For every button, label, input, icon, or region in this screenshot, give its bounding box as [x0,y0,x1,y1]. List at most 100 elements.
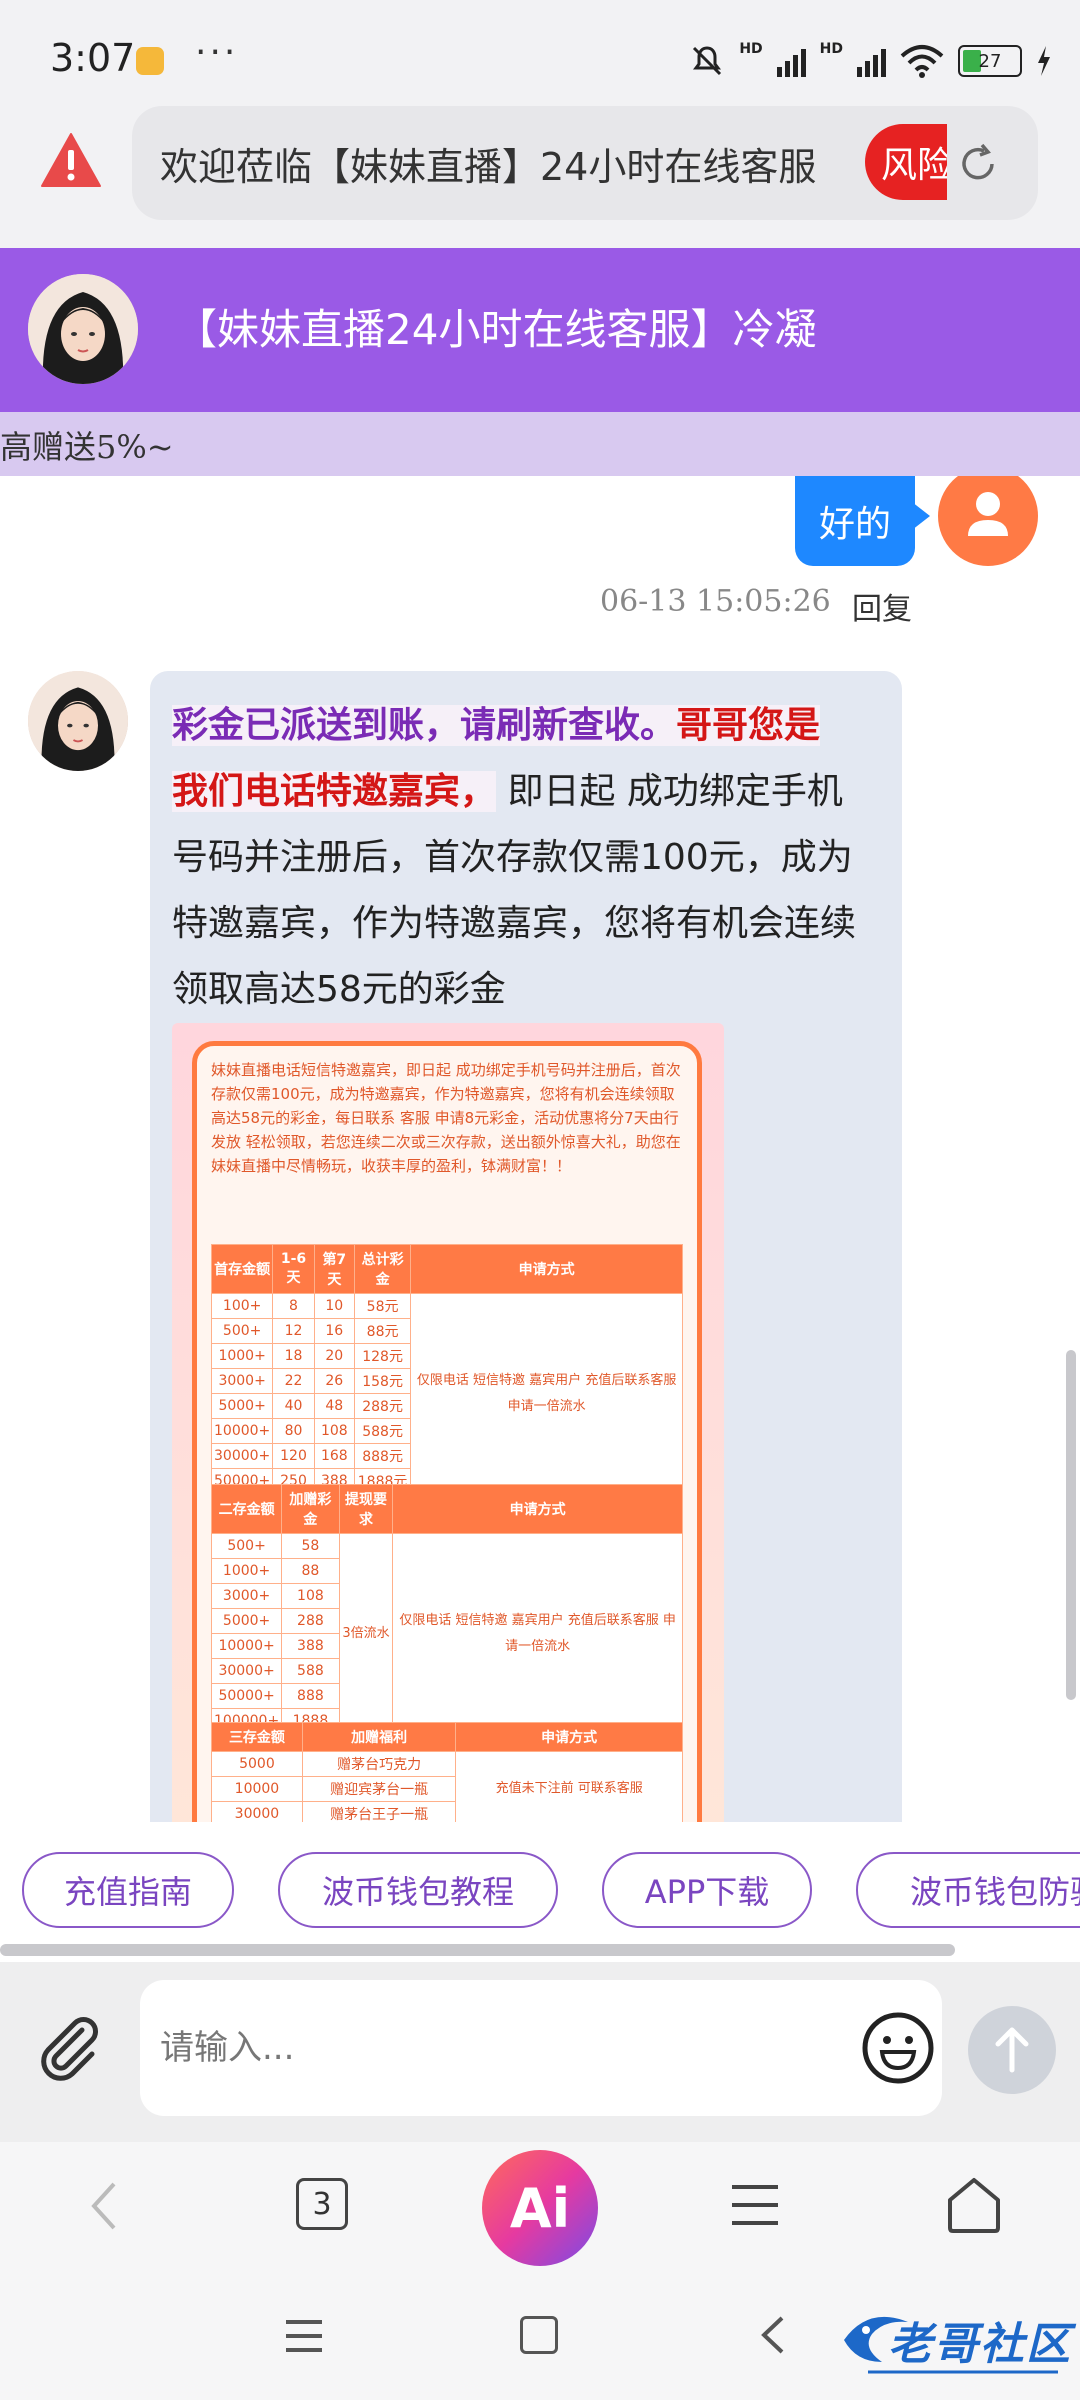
home-icon[interactable] [946,2176,1002,2234]
highlight-vip-text-1: 哥哥您是 [676,705,821,746]
menu-icon[interactable] [730,2182,780,2228]
table-cell: 888 [281,1683,340,1709]
mute-icon [693,46,722,76]
table-cell: 168 [313,1443,355,1469]
watermark-text: 老哥社区 [888,2319,1072,2370]
table-cell: 40 [272,1393,315,1419]
table-header-cell: 申请方式 [455,1722,683,1752]
quick-reply-wallet-tutorial[interactable]: 波币钱包教程 [278,1852,558,1928]
poster-frame: 妹妹直播电话短信特邀嘉宾，即日起 成功绑定手机号码并注册后，首次存款仅需100元… [192,1041,702,1822]
message-input[interactable] [140,1980,942,2116]
signal-icon [776,45,806,77]
apply-method-cell: 充值未下注前 可联系客服 [455,1751,683,1822]
table-header-cell: 二存金额 [210,1484,283,1534]
table-cell: 588元 [353,1418,412,1444]
announcement-text: 高赠送5%~ [0,428,174,466]
quick-reply-bar[interactable]: 充值指南 波币钱包教程 APP下载 波币钱包防骗 [0,1822,1080,1962]
page-title: 欢迎莅临【妹妹直播】24小时在线客服 [160,145,817,189]
table-header-cell: 总计彩金 [353,1244,412,1294]
quick-reply-scrollbar[interactable] [0,1944,955,1956]
table-cell: 5000+ [210,1393,274,1419]
table-cell: 500+ [210,1318,274,1344]
table-cell: 3000+ [210,1368,274,1394]
message-timestamp: 06-13 15:05:26 [600,584,831,619]
table-cell: 18 [272,1343,315,1369]
table-header-cell: 提现要求 [338,1484,394,1534]
send-button[interactable] [968,2006,1056,2094]
table-header-cell: 加赠彩金 [281,1484,340,1534]
quick-reply-app-download[interactable]: APP下载 [602,1852,812,1928]
withdraw-requirement-cell: 3倍流水 [338,1533,394,1734]
highlight-vip-text-2: 我们电话特邀嘉宾， [172,771,497,812]
table-header-cell: 申请方式 [392,1484,683,1534]
table-cell: 赠茅台王子一瓶 [301,1801,457,1822]
quick-reply-anti-fraud[interactable]: 波币钱包防骗 [856,1852,1080,1928]
tabs-button[interactable]: 3 [296,2178,348,2230]
apply-method-cell: 仅限电话 短信特邀 嘉宾用户 充值后联系客服 申请一倍流水 [392,1533,683,1734]
reply-link[interactable]: 回复 [852,584,912,628]
url-field[interactable]: 欢迎莅临【妹妹直播】24小时在线客服 风险 [132,106,1038,220]
table-row: 100+ 8 10 58元 仅限电话 短信特邀 嘉宾用户 充值后联系客服 申请一倍流水 [210,1293,683,1494]
table-cell: 88元 [353,1318,412,1344]
table-cell: 120 [272,1443,315,1469]
table-header-cell: 三存金额 [211,1722,303,1752]
table-cell: 108 [313,1418,355,1444]
table-cell: 5000 [211,1751,303,1777]
attachment-icon[interactable] [30,2008,110,2088]
table-cell: 58 [281,1533,340,1559]
status-time: 3:07 [50,36,136,80]
table-cell: 108 [281,1583,340,1609]
highlight-payout-text: 彩金已派送到账，请刷新查收。 [172,705,677,746]
table-cell: 10000 [211,1776,303,1802]
browser-back-icon[interactable] [80,2176,130,2236]
signal-icon-2 [857,45,886,77]
more-notifications-icon: ··· [195,32,239,73]
table-cell: 10000+ [210,1633,283,1659]
user-avatar [938,476,1038,566]
agent-message-bubble[interactable]: 彩金已派送到账，请刷新查收。哥哥您是 我们电话特邀嘉宾， 即日起 成功绑定手机号码… [150,671,902,1822]
table-cell: 8 [272,1293,315,1319]
message-list[interactable]: 好的 06-13 15:05:26 回复 彩金已派送到账，请刷新查收。哥哥您是我… [0,476,1080,1822]
emoji-icon[interactable] [860,2010,936,2086]
recent-apps-icon[interactable] [284,2318,324,2354]
battery-icon: 27 [958,45,1022,77]
poster-intro-text: 妹妹直播电话短信特邀嘉宾，即日起 成功绑定手机号码并注册后，首次存款仅需100元… [211,1061,681,1175]
table-cell: 26 [313,1368,355,1394]
my-message-bubble[interactable]: 好的 [795,476,915,566]
hd-label-2: HD [819,41,843,57]
agent-avatar [28,274,138,384]
table-cell: 赠茅台巧克力 [301,1751,457,1777]
first-deposit-table: 首存金额 1-6天 第7天 总计彩金 申请方式 100+ 8 10 58元 仅限电话 短信特邀 … [210,1244,683,1494]
page-scrollbar[interactable] [1066,1350,1076,1700]
charging-icon [1038,46,1050,76]
table-cell: 588 [281,1658,340,1684]
system-back-icon[interactable] [758,2314,788,2356]
third-deposit-table: 三存金额 加赠福利 申请方式 5000 赠茅台巧克力 充值未下注前 可联系客服 10000… [211,1722,683,1822]
risk-badge[interactable]: 风险 [865,124,947,200]
status-indicators: HD HD 27 [689,36,1052,86]
ai-assistant-button[interactable]: Ai [482,2150,598,2266]
second-deposit-table: 二存金额 加赠彩金 提现要求 申请方式 500+ 58 3倍流水 仅限电话 短信特邀 嘉宾用… [210,1484,683,1734]
system-home-icon[interactable] [520,2316,558,2354]
quick-reply-recharge-guide[interactable]: 充值指南 [22,1852,234,1928]
table-cell: 1000+ [210,1558,283,1584]
reload-icon[interactable] [954,140,1002,188]
agent-name: 【妹妹直播24小时在线客服】冷凝 [175,305,817,354]
promotion-poster-image[interactable]: 妹妹直播电话短信特邀嘉宾，即日起 成功绑定手机号码并注册后，首次存款仅需100元… [172,1023,724,1822]
table-header-cell: 第7天 [313,1244,355,1294]
table-cell: 288 [281,1608,340,1634]
bubble-tail [912,502,930,530]
table-cell: 22 [272,1368,315,1394]
table-cell: 30000 [211,1801,303,1822]
table-cell: 128元 [353,1343,412,1369]
table-cell: 12 [272,1318,315,1344]
table-cell: 288元 [353,1393,412,1419]
apply-method-cell: 仅限电话 短信特邀 嘉宾用户 充值后联系客服 申请一倍流水 [410,1293,683,1494]
table-header-cell: 申请方式 [410,1244,683,1294]
message-notification-icon [136,47,164,75]
table-cell: 30000+ [210,1443,274,1469]
wifi-icon [900,45,944,78]
table-cell: 赠迎宾茅台一瓶 [301,1776,457,1802]
warning-icon[interactable] [40,132,102,188]
table-cell: 10 [313,1293,355,1319]
